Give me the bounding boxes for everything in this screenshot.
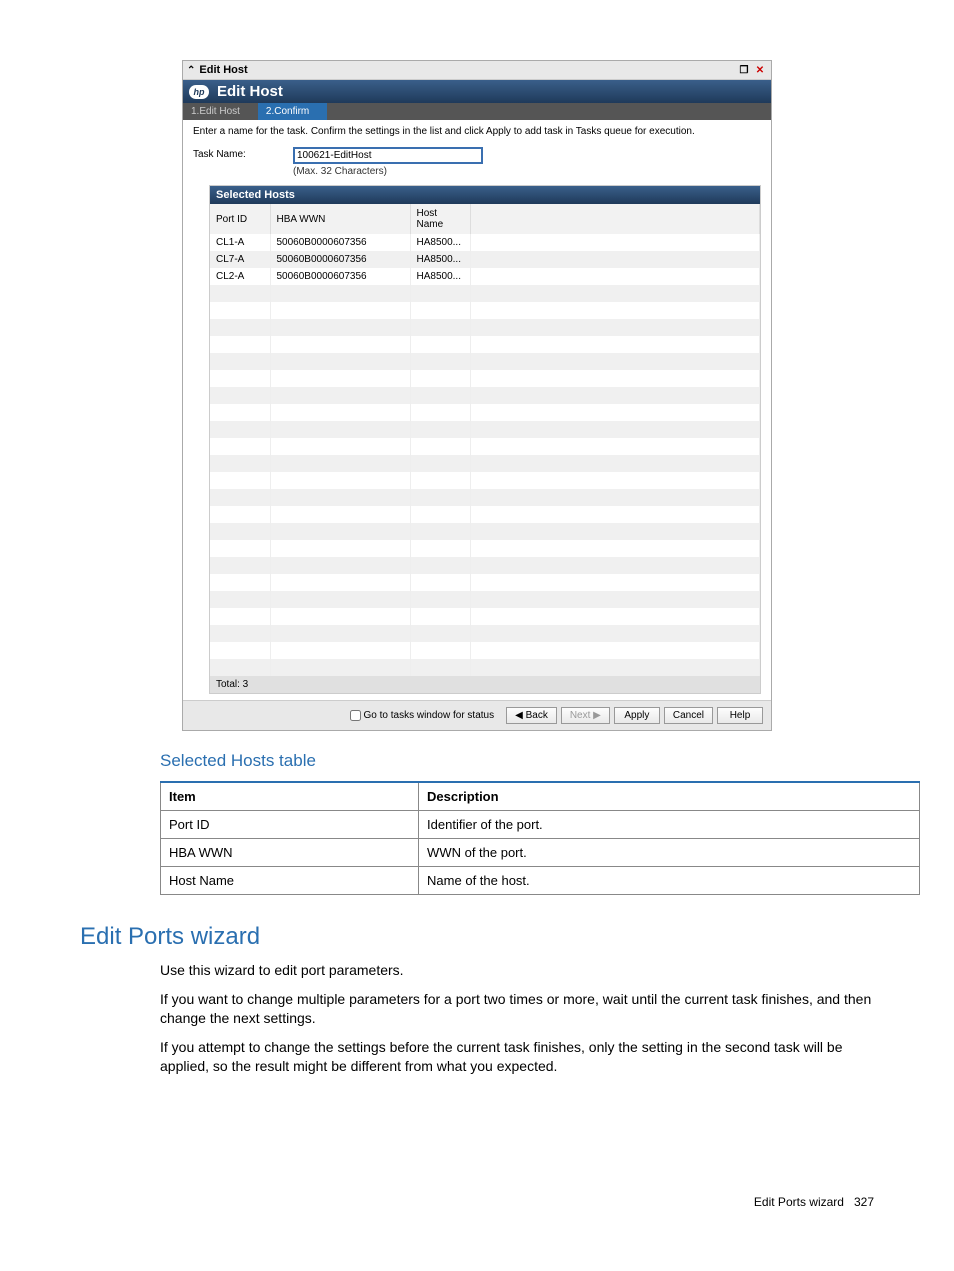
back-button-label: Back xyxy=(526,710,548,721)
selected-hosts-panel: Selected Hosts Port ID HBA WWN Host Name… xyxy=(209,185,761,694)
table-row-empty xyxy=(210,489,760,506)
cell-port-id: CL2-A xyxy=(210,268,270,285)
page-footer: Edit Ports wizard 327 xyxy=(80,1195,874,1209)
task-name-row: Task Name: (Max. 32 Characters) xyxy=(193,147,761,177)
cell-port-id: CL1-A xyxy=(210,234,270,251)
selected-hosts-doc-table: Item Description Port ID Identifier of t… xyxy=(160,781,920,895)
next-button-label: Next xyxy=(570,710,591,721)
selected-hosts-table: Port ID HBA WWN Host Name CL1-A 50060B00… xyxy=(210,204,760,676)
doc-row: Port ID Identifier of the port. xyxy=(161,811,920,839)
table-row-empty xyxy=(210,404,760,421)
col-hba-wwn[interactable]: HBA WWN xyxy=(270,204,410,234)
table-row-empty xyxy=(210,523,760,540)
collapse-icon[interactable]: ⌃ xyxy=(187,65,195,76)
table-row-empty xyxy=(210,370,760,387)
tasks-window-checkbox-wrap[interactable]: Go to tasks window for status xyxy=(350,710,495,721)
page-footer-label: Edit Ports wizard xyxy=(754,1195,844,1209)
selected-hosts-table-heading: Selected Hosts table xyxy=(160,751,874,771)
task-name-label: Task Name: xyxy=(193,147,273,160)
wizard-step-1[interactable]: 1.Edit Host xyxy=(183,103,258,120)
edit-ports-p2: If you want to change multiple parameter… xyxy=(160,990,874,1028)
table-total: Total: 3 xyxy=(210,676,760,693)
help-button[interactable]: Help xyxy=(717,707,763,724)
table-row-empty xyxy=(210,455,760,472)
table-row-empty xyxy=(210,506,760,523)
table-row-empty xyxy=(210,421,760,438)
cell-hba-wwn: 50060B0000607356 xyxy=(270,234,410,251)
cell-hba-wwn: 50060B0000607356 xyxy=(270,251,410,268)
edit-ports-wizard-heading: Edit Ports wizard xyxy=(80,923,874,951)
table-row-empty xyxy=(210,285,760,302)
table-row-empty xyxy=(210,319,760,336)
table-row[interactable]: CL7-A 50060B0000607356 HA8500... xyxy=(210,251,760,268)
tasks-window-checkbox[interactable] xyxy=(350,710,361,721)
table-row-empty xyxy=(210,625,760,642)
table-row-empty xyxy=(210,336,760,353)
edit-ports-p3: If you attempt to change the settings be… xyxy=(160,1038,874,1076)
table-row-empty xyxy=(210,659,760,676)
cell-host-name: HA8500... xyxy=(410,234,470,251)
task-name-hint: (Max. 32 Characters) xyxy=(293,166,483,177)
restore-icon[interactable]: ❐ xyxy=(737,63,751,77)
table-row-empty xyxy=(210,387,760,404)
next-button: Next ▶ xyxy=(561,707,610,724)
back-button[interactable]: ◀ Back xyxy=(506,707,557,724)
dialog-title: Edit Host xyxy=(199,64,247,76)
table-row-empty xyxy=(210,591,760,608)
table-row-empty xyxy=(210,642,760,659)
table-row-empty xyxy=(210,540,760,557)
cancel-button[interactable]: Cancel xyxy=(664,707,713,724)
cell-host-name: HA8500... xyxy=(410,268,470,285)
apply-button[interactable]: Apply xyxy=(614,707,660,724)
doc-row: Host Name Name of the host. xyxy=(161,867,920,895)
dialog-body: Enter a name for the task. Confirm the s… xyxy=(183,120,771,700)
doc-cell-desc: Identifier of the port. xyxy=(419,811,920,839)
table-row-empty xyxy=(210,557,760,574)
task-name-input[interactable] xyxy=(293,147,483,164)
doc-cell-desc: Name of the host. xyxy=(419,867,920,895)
cell-host-name: HA8500... xyxy=(410,251,470,268)
instructions-text: Enter a name for the task. Confirm the s… xyxy=(193,126,761,137)
tasks-window-label: Go to tasks window for status xyxy=(364,710,495,721)
table-row[interactable]: CL1-A 50060B0000607356 HA8500... xyxy=(210,234,760,251)
edit-ports-p1: Use this wizard to edit port parameters. xyxy=(160,961,874,980)
col-spacer xyxy=(470,204,760,234)
col-port-id[interactable]: Port ID xyxy=(210,204,270,234)
table-row-empty xyxy=(210,353,760,370)
hp-logo-icon: hp xyxy=(189,85,209,99)
col-host-name[interactable]: Host Name xyxy=(410,204,470,234)
wizard-step-2[interactable]: 2.Confirm xyxy=(258,103,327,120)
table-row-empty xyxy=(210,302,760,319)
wizard-steps: 1.Edit Host 2.Confirm xyxy=(183,103,771,120)
doc-row: HBA WWN WWN of the port. xyxy=(161,839,920,867)
doc-cell-item: Host Name xyxy=(161,867,419,895)
dialog-header-title: Edit Host xyxy=(217,83,283,100)
dialog-titlebar: ⌃ Edit Host ❐ ✕ xyxy=(183,61,771,80)
table-row-empty xyxy=(210,472,760,489)
dialog-header: hp Edit Host xyxy=(183,80,771,103)
close-icon[interactable]: ✕ xyxy=(753,63,767,77)
doc-cell-desc: WWN of the port. xyxy=(419,839,920,867)
cell-hba-wwn: 50060B0000607356 xyxy=(270,268,410,285)
doc-col-item: Item xyxy=(161,782,419,811)
table-row[interactable]: CL2-A 50060B0000607356 HA8500... xyxy=(210,268,760,285)
cell-port-id: CL7-A xyxy=(210,251,270,268)
doc-col-desc: Description xyxy=(419,782,920,811)
table-row-empty xyxy=(210,574,760,591)
table-row-empty xyxy=(210,608,760,625)
doc-cell-item: Port ID xyxy=(161,811,419,839)
dialog-footer: Go to tasks window for status ◀ Back Nex… xyxy=(183,700,771,730)
table-row-empty xyxy=(210,438,760,455)
selected-hosts-header: Selected Hosts xyxy=(210,186,760,204)
page-number: 327 xyxy=(854,1195,874,1209)
edit-host-dialog: ⌃ Edit Host ❐ ✕ hp Edit Host 1.Edit Host… xyxy=(182,60,772,731)
doc-cell-item: HBA WWN xyxy=(161,839,419,867)
